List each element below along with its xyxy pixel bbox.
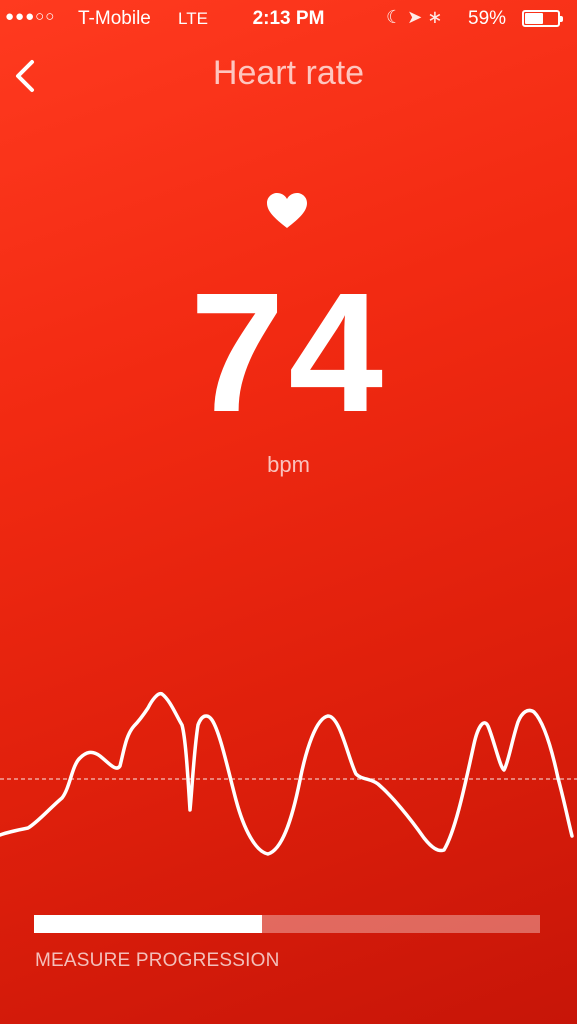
battery-percent: 59% [468, 8, 507, 29]
battery-fill [525, 13, 544, 24]
measure-progress-fill [34, 915, 262, 933]
heart-rate-unit: bpm [267, 452, 310, 477]
heart-rate-waveform [0, 691, 577, 856]
heart-rate-value: 74 [189, 258, 388, 448]
status-icons: ☾ ➤ ∗ [386, 7, 443, 27]
battery-nub [560, 16, 563, 22]
navigation-bar: Heart rate [0, 52, 577, 98]
heart-icon [266, 192, 308, 232]
page-title: Heart rate [212, 54, 365, 92]
status-bar: ●●●○○ T-Mobile LTE 2:13 PM ☾ ➤ ∗ 59% [0, 0, 577, 40]
waveform-trace [0, 691, 574, 856]
battery-icon [522, 10, 563, 27]
measure-progress-bar [34, 915, 540, 933]
measure-progress-label: MEASURE PROGRESSION [35, 950, 280, 971]
